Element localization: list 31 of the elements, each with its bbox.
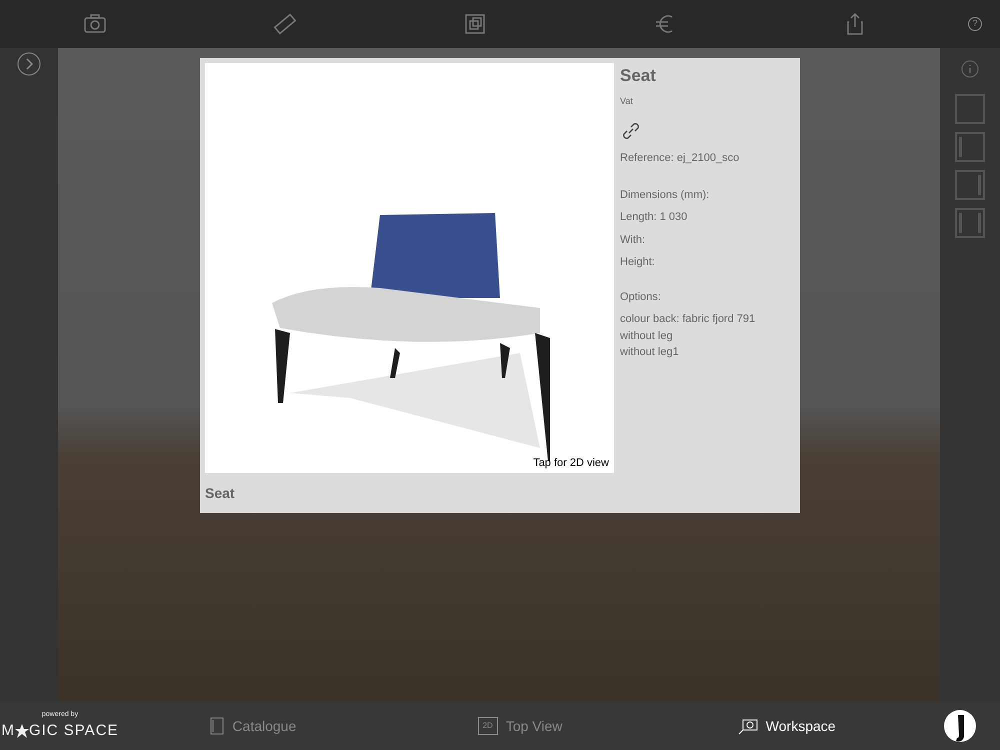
dimension-text: Length: 1 030 — [620, 210, 688, 225]
info-icon[interactable] — [961, 60, 979, 78]
link-icon[interactable] — [620, 120, 642, 142]
logo-text: M — [1, 721, 15, 741]
option-text: without leg — [620, 328, 674, 344]
dimension-text: Height: — [620, 255, 656, 270]
plan-icon: 2D — [478, 717, 498, 735]
option-text: colour back: fabric fjord 791 — [620, 312, 756, 327]
product-title: Seat — [620, 65, 657, 87]
option-text: without leg1 — [620, 345, 680, 360]
camera-icon[interactable] — [83, 12, 107, 36]
logo-text: GIC SPACE — [28, 721, 119, 741]
image-hint: Tap for 2D view — [533, 456, 609, 470]
tab[interactable]: 2D Top View — [386, 714, 654, 738]
reference-text: Reference: ej_2100_sco — [620, 151, 740, 166]
tab[interactable]: Catalogue — [120, 714, 387, 738]
product-caption: Seat — [205, 484, 236, 503]
layers-icon[interactable] — [463, 12, 487, 36]
ruler-icon[interactable] — [273, 12, 297, 36]
book-icon — [210, 717, 224, 735]
tab[interactable]: Workspace — [653, 714, 920, 738]
chevron-circle-icon[interactable] — [17, 52, 41, 76]
dimension-text: With: — [620, 232, 646, 248]
product-image[interactable]: Tap for 2D view — [205, 63, 614, 473]
brand-logo-icon[interactable] — [943, 709, 978, 743]
camera-icon — [738, 717, 758, 735]
product-subtitle: Vat — [620, 94, 634, 108]
star-icon — [14, 724, 29, 738]
dimensions-heading: Dimensions (mm): — [620, 188, 710, 202]
options-heading: Options: — [620, 290, 662, 304]
help-button[interactable]: ? — [968, 17, 982, 31]
